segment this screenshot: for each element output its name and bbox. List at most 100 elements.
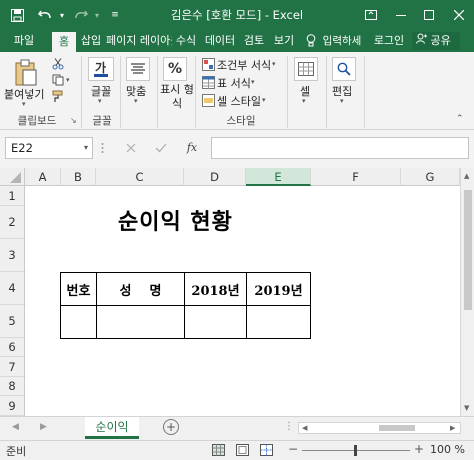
insert-function-icon[interactable]: fx [183,139,201,157]
cell-styles-button[interactable]: 셀 스타일 [217,93,261,109]
name-box-value: E22 [11,141,33,155]
row-header-7[interactable]: 7 [0,357,25,377]
tab-file[interactable]: 파일 [4,30,44,52]
cell-styles-dropdown-icon[interactable]: ▾ [262,96,266,104]
add-sheet-icon[interactable]: + [163,419,179,435]
share-button[interactable]: 공유 [412,32,460,50]
zoom-out-icon[interactable]: − [288,442,298,456]
formula-input[interactable] [211,137,469,159]
tab-formulas[interactable]: 수식 [173,30,199,52]
alignment-icon[interactable] [126,57,150,81]
select-all-corner[interactable] [0,168,25,186]
font-icon[interactable]: 가 [88,57,114,81]
tab-view[interactable]: 보기 [269,30,299,52]
tell-me-search[interactable]: 입력하세 [318,30,366,52]
row-header-2[interactable]: 2 [0,206,25,239]
column-header-a[interactable]: A [25,168,61,186]
conditional-formatting-icon[interactable] [201,57,215,71]
table-cell[interactable] [96,305,185,339]
table-header-number[interactable]: 번호 [60,272,97,306]
search-icon[interactable] [332,57,356,81]
tab-split-icon[interactable]: ⋮ [284,421,294,432]
copy-icon[interactable] [50,73,66,87]
column-header-c[interactable]: C [96,168,184,186]
horizontal-scrollbar[interactable]: ◀ ▶ [298,422,461,434]
sheet-title[interactable]: 순이익 현황 [118,205,258,239]
editing-dropdown-icon[interactable]: ▾ [340,97,344,105]
ribbon-display-options-icon[interactable] [356,0,386,30]
normal-view-icon[interactable] [212,444,225,459]
cancel-icon[interactable] [123,140,139,156]
scroll-up-icon[interactable]: ▲ [464,172,469,180]
column-header-e[interactable]: E [246,168,311,186]
clipboard-icon[interactable] [12,58,40,88]
next-sheet-icon[interactable]: ▶ [40,422,47,432]
maximize-icon[interactable] [414,0,444,30]
sheet-tab[interactable]: 순이익 [85,417,139,439]
zoom-in-icon[interactable]: + [414,442,424,456]
table-header-name[interactable]: 성 명 [96,272,185,306]
font-dropdown-icon[interactable]: ▾ [98,97,102,105]
zoom-level[interactable]: 100 % [430,443,465,456]
collapse-ribbon-icon[interactable]: ⌃ [456,114,464,124]
column-header-b[interactable]: B [61,168,96,186]
name-box-dropdown-icon[interactable]: ▾ [84,138,88,158]
tab-review[interactable]: 검토 [241,30,267,52]
row-header-9[interactable]: 9 [0,396,25,416]
table-header-2019[interactable]: 2019년 [246,272,311,306]
sign-in-link[interactable]: 로그인 [372,30,406,52]
column-header-g[interactable]: G [401,168,460,186]
format-as-table-icon[interactable] [201,75,215,89]
prev-sheet-icon[interactable]: ◀ [12,422,19,432]
row-header-8[interactable]: 8 [0,377,25,396]
column-header-f[interactable]: F [311,168,401,186]
close-icon[interactable] [444,0,474,30]
vertical-scrollbar[interactable]: ▲ ▼ [460,168,474,416]
row-header-6[interactable]: 6 [0,338,25,357]
zoom-slider-thumb[interactable] [354,445,357,456]
table-cell[interactable] [60,305,97,339]
row-header-4[interactable]: 4 [0,272,25,305]
share-label: 공유 [430,34,451,47]
page-layout-view-icon[interactable] [236,444,249,459]
conditional-formatting-dropdown-icon[interactable]: ▾ [272,60,276,68]
tab-data[interactable]: 데이터 [201,30,239,52]
tab-insert[interactable]: 삽입 [78,30,104,52]
formula-bar-grip-icon[interactable] [101,142,105,154]
row-header-5[interactable]: 5 [0,305,25,338]
tab-page-layout[interactable]: 페이지 레이아웃 [106,30,172,52]
styles-group-label: 스타일 [226,115,256,127]
alignment-dropdown-icon[interactable]: ▾ [134,97,138,105]
table-cell[interactable] [246,305,311,339]
cut-icon[interactable] [50,57,66,71]
page-break-preview-icon[interactable] [260,444,273,459]
paste-dropdown-icon[interactable]: ▾ [22,100,26,108]
format-as-table-dropdown-icon[interactable]: ▾ [251,78,255,86]
clipboard-launcher-icon[interactable]: ↘ [70,116,77,125]
minimize-icon[interactable] [386,0,416,30]
column-header-d[interactable]: D [184,168,246,186]
name-box[interactable]: E22 ▾ [5,137,93,159]
enter-icon[interactable] [153,140,169,156]
cells-dropdown-icon[interactable]: ▾ [302,97,306,105]
conditional-formatting-button[interactable]: 조건부 서식 [217,57,271,73]
cell-styles-icon[interactable] [201,93,215,107]
cells-icon[interactable] [294,57,318,81]
scroll-down-icon[interactable]: ▼ [464,404,469,412]
tab-home[interactable]: 홈 [52,32,76,52]
scroll-right-icon[interactable]: ▶ [450,423,455,433]
vertical-scroll-thumb[interactable] [464,190,472,310]
percent-icon[interactable]: % [163,57,187,81]
format-painter-icon[interactable] [50,89,66,103]
row-header-3[interactable]: 3 [0,239,25,272]
row-header-1[interactable]: 1 [0,186,25,206]
copy-dropdown-icon[interactable]: ▾ [66,76,70,84]
horizontal-scroll-thumb[interactable] [379,425,415,431]
format-as-table-button[interactable]: 표 서식 [217,75,251,91]
scroll-left-icon[interactable]: ◀ [302,423,307,433]
number-format-button[interactable]: 표시 형식 [159,83,195,111]
worksheet-grid[interactable]: A B C D E F G 1 2 3 4 5 6 7 8 9 순이익 현황 번… [0,168,474,416]
table-cell[interactable] [184,305,247,339]
table-header-2018[interactable]: 2018년 [184,272,247,306]
title-bar: ▾ ▾ ≡ 김은수 [호환 모드] - Excel [0,0,474,30]
